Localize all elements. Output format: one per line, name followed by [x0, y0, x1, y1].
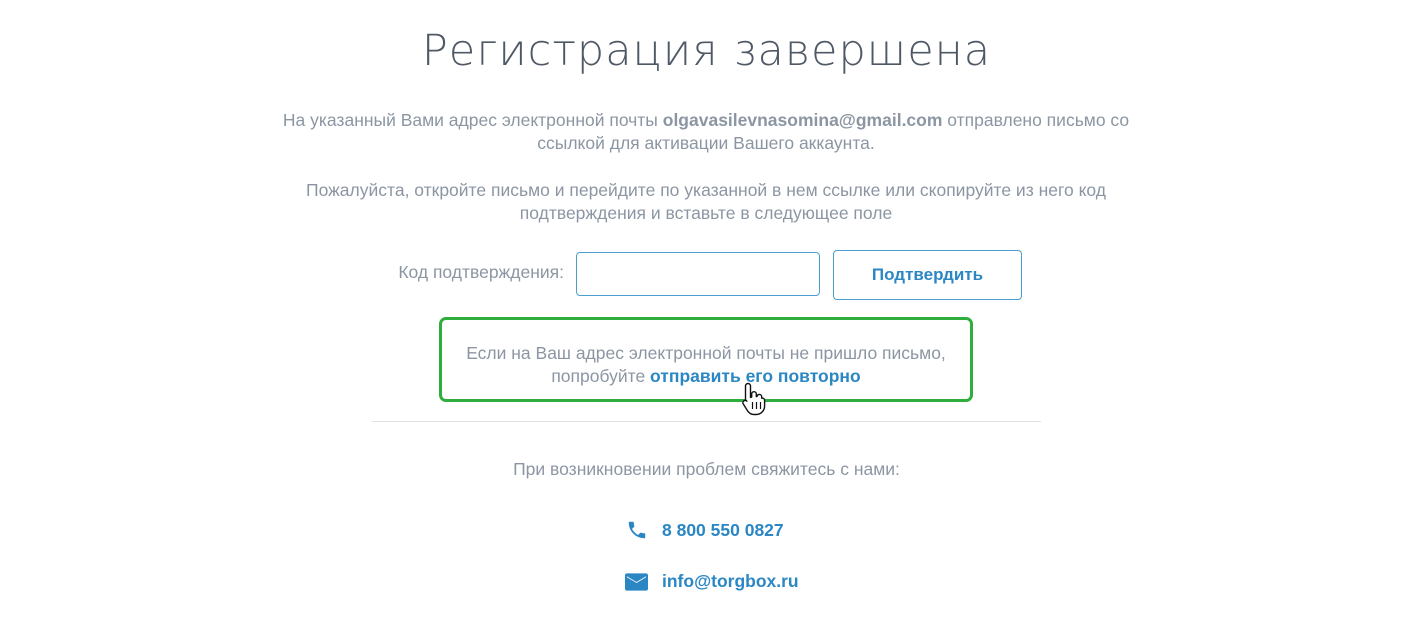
phone-link[interactable]: 8 800 550 0827 — [626, 519, 784, 541]
user-email: olgavasilevnasomina@gmail.com — [662, 110, 943, 130]
email-link[interactable]: info@torgbox.ru — [625, 571, 799, 592]
contact-heading: При возникновении проблем свяжитесь с на… — [513, 459, 900, 479]
email-sent-prefix: На указанный Вами адрес электронной почт… — [282, 110, 663, 130]
phone-number: 8 800 550 0827 — [662, 519, 784, 540]
confirmation-code-input[interactable] — [576, 252, 820, 296]
resend-highlight-box: Если на Ваш адрес электронной почты не п… — [439, 317, 973, 402]
contact-email: info@torgbox.ru — [662, 571, 799, 591]
confirm-button[interactable]: Подтвердить — [833, 250, 1022, 300]
resend-message: Если на Ваш адрес электронной почты не п… — [442, 342, 970, 388]
section-divider — [372, 421, 1041, 422]
instructions-message: Пожалуйста, откройте письмо и перейдите … — [305, 180, 1106, 223]
resend-line2-prefix: попробуйте — [551, 366, 651, 386]
email-sent-message: На указанный Вами адрес электронной почт… — [256, 109, 1156, 155]
envelope-icon — [625, 572, 648, 591]
code-label: Код подтверждения: — [398, 262, 564, 282]
hand-pointer-icon — [742, 382, 766, 416]
page-title: Регистрация завершена — [421, 26, 992, 76]
resend-line1: Если на Ваш адрес электронной почты не п… — [466, 343, 946, 363]
phone-icon — [628, 521, 646, 539]
